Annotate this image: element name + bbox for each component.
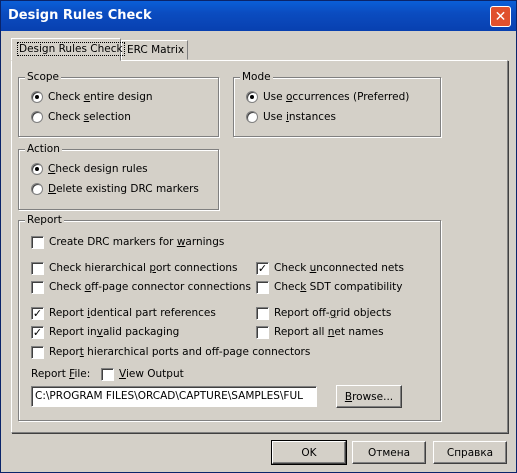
group-label: Action: [25, 142, 62, 156]
report-group: Report Create DRC markers for warnings C…: [18, 213, 441, 421]
checkbox-box[interactable]: ✓: [256, 261, 269, 275]
checkbox-box[interactable]: [256, 325, 269, 339]
tab-erc-matrix[interactable]: ERC Matrix: [121, 40, 188, 60]
window-title: Design Rules Check: [8, 8, 152, 23]
checkbox-sdt-compat[interactable]: Check SDT compatibility: [256, 279, 402, 295]
checkbox-box[interactable]: [31, 235, 44, 249]
checkbox-label: Report off-grid objects: [274, 307, 392, 319]
checkbox-box[interactable]: [31, 280, 44, 294]
report-file-label: Report File:: [31, 368, 91, 380]
option-label: Check entire design: [48, 91, 153, 103]
checkbox-all-net-names[interactable]: Report all net names: [256, 324, 384, 340]
cancel-button[interactable]: Отмена: [352, 441, 426, 464]
checkbox-label: Report identical part references: [49, 307, 216, 319]
checkbox-box[interactable]: [31, 261, 44, 275]
tab-design-rules-check[interactable]: Design Rules Check: [11, 38, 125, 61]
option-label: Delete existing DRC markers: [48, 183, 199, 195]
checkbox-box[interactable]: [256, 280, 269, 294]
checkbox-offpage[interactable]: Check off-page connector connections: [31, 279, 251, 295]
checkbox-box[interactable]: [101, 367, 114, 381]
radio-check-design-rules[interactable]: Check design rules: [31, 161, 148, 177]
radio-use-instances[interactable]: Use instances: [246, 109, 336, 125]
checkbox-view-output[interactable]: View Output: [101, 366, 184, 382]
checkbox-hier-port[interactable]: Check hierarchical port connections: [31, 260, 238, 276]
checkbox-label: Report invalid packaging: [49, 326, 180, 338]
checkbox-label: View Output: [119, 368, 184, 380]
radio-dot[interactable]: [31, 183, 43, 195]
checkbox-invalid-packaging[interactable]: ✓ Report invalid packaging: [31, 324, 179, 340]
scope-group: Scope Check entire design Check selectio…: [18, 70, 219, 137]
radio-dot[interactable]: [31, 163, 43, 175]
dialog-window: Design Rules Check ✕ Design Rules Check …: [0, 0, 517, 473]
checkbox-box[interactable]: ✓: [31, 306, 44, 320]
checkbox-box[interactable]: ✓: [31, 325, 44, 339]
tab-panel: Scope Check entire design Check selectio…: [11, 60, 508, 433]
dialog-client: Design Rules Check ERC Matrix Scope Chec…: [4, 31, 513, 471]
option-label: Check selection: [48, 111, 131, 123]
help-button[interactable]: Справка: [433, 441, 507, 464]
checkbox-box[interactable]: [256, 306, 269, 320]
checkbox-identical-part[interactable]: ✓ Report identical part references: [31, 305, 216, 321]
close-icon[interactable]: ✕: [490, 6, 511, 27]
checkbox-label: Check unconnected nets: [274, 262, 404, 274]
option-label: Use occurrences (Preferred): [263, 91, 410, 103]
option-label: Check design rules: [48, 163, 148, 175]
radio-dot[interactable]: [31, 111, 43, 123]
group-label: Scope: [25, 70, 61, 84]
option-label: Use instances: [263, 111, 336, 123]
checkbox-label: Check SDT compatibility: [274, 281, 403, 293]
ok-button[interactable]: OK: [271, 440, 347, 465]
browse-button[interactable]: Browse...: [336, 385, 402, 408]
checkbox-offgrid[interactable]: Report off-grid objects: [256, 305, 391, 321]
checkbox-unconnected-nets[interactable]: ✓ Check unconnected nets: [256, 260, 404, 276]
radio-dot[interactable]: [246, 91, 258, 103]
report-file-input[interactable]: C:\PROGRAM FILES\ORCAD\CAPTURE\SAMPLES\F…: [31, 386, 317, 407]
checkbox-label: Report hierarchical ports and off-page c…: [49, 346, 311, 358]
checkbox-hier-ports-offpage[interactable]: Report hierarchical ports and off-page c…: [31, 344, 310, 360]
group-label: Mode: [240, 70, 273, 84]
group-label: Report: [25, 213, 64, 227]
checkbox-create-drc-markers[interactable]: Create DRC markers for warnings: [31, 234, 224, 250]
checkbox-label: Check hierarchical port connections: [49, 262, 238, 274]
radio-delete-drc-markers[interactable]: Delete existing DRC markers: [31, 181, 199, 197]
title-bar[interactable]: Design Rules Check ✕: [1, 1, 516, 31]
radio-check-entire-design[interactable]: Check entire design: [31, 89, 153, 105]
tab-label: ERC Matrix: [127, 44, 185, 56]
radio-use-occurrences[interactable]: Use occurrences (Preferred): [246, 89, 409, 105]
radio-dot[interactable]: [31, 91, 43, 103]
radio-dot[interactable]: [246, 111, 258, 123]
checkbox-label: Create DRC markers for warnings: [49, 236, 225, 248]
checkbox-label: Report all net names: [274, 326, 384, 338]
mode-group: Mode Use occurrences (Preferred) Use ins…: [233, 70, 441, 137]
checkbox-label: Check off-page connector connections: [49, 281, 251, 293]
radio-check-selection[interactable]: Check selection: [31, 109, 131, 125]
tab-label: Design Rules Check: [17, 42, 125, 56]
action-group: Action Check design rules Delete existin…: [18, 142, 219, 210]
checkbox-box[interactable]: [31, 345, 44, 359]
